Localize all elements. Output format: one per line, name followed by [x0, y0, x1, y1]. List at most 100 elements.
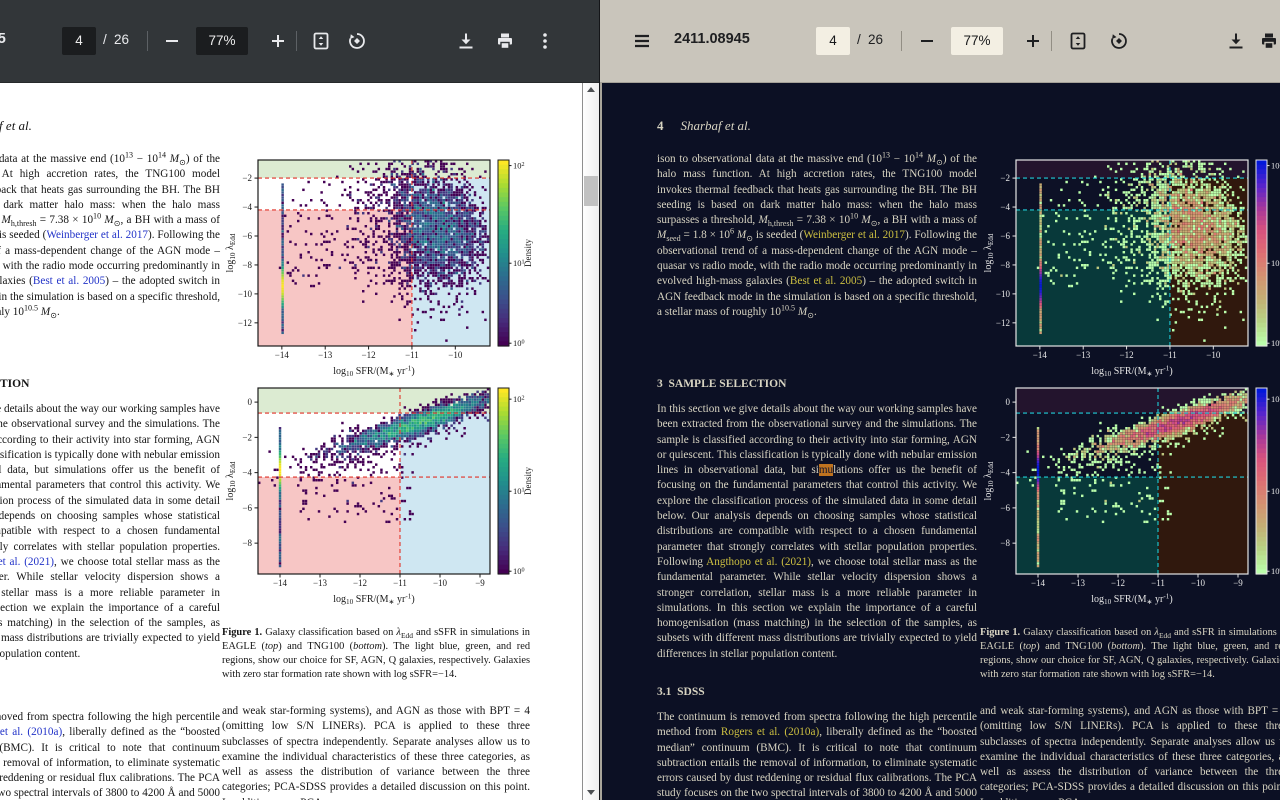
- fit-page-icon[interactable]: [1068, 31, 1088, 51]
- svg-text:100: 100: [513, 338, 525, 348]
- paragraph: ison to observational data at the massiv…: [0, 152, 220, 320]
- pdf-page-area: 4Sharbaf et al. ison to observational da…: [600, 82, 1280, 800]
- rotate-icon[interactable]: [1109, 31, 1129, 51]
- zoom-out-button[interactable]: [162, 31, 182, 51]
- pdf-toolbar: 2411.08945 4 / 26 77%: [0, 0, 599, 83]
- paragraph: In this section we give details about th…: [0, 402, 220, 662]
- paragraph: and weak star-forming systems), and AGN …: [980, 704, 1280, 800]
- figure-eagle-plot: −14−13−12−11−10−2−4−6−8−10−12log10 SFR/(…: [222, 154, 540, 380]
- subsection-heading: 3.1 SDSS: [0, 686, 220, 698]
- svg-text:102: 102: [513, 161, 525, 171]
- print-icon[interactable]: [1259, 31, 1279, 51]
- figure-caption: Figure 1. Galaxy classification based on…: [222, 626, 530, 682]
- citation-link[interactable]: Rogers et al. (2010a): [0, 726, 62, 738]
- zoom-in-button[interactable]: [268, 31, 288, 51]
- vertical-scrollbar[interactable]: [582, 82, 599, 800]
- scroll-up-arrow-icon: [587, 87, 595, 92]
- fit-page-icon[interactable]: [311, 31, 331, 51]
- svg-text:−12: −12: [1120, 350, 1134, 360]
- figure-tng-plot: −14−13−12−11−10−90−2−4−6−8log10 SFR/(M∗ …: [222, 382, 540, 608]
- print-icon[interactable]: [495, 31, 515, 51]
- pdf-toolbar: 2411.08945 4 / 26 77%: [600, 0, 1280, 83]
- zoom-out-button[interactable]: [917, 31, 937, 51]
- svg-text:−6: −6: [242, 231, 252, 241]
- scroll-down-arrow-icon: [587, 790, 595, 795]
- svg-text:−8: −8: [242, 260, 252, 270]
- toolbar-divider: [1051, 31, 1052, 51]
- toolbar-divider: [147, 31, 148, 51]
- scrollbar-thumb[interactable]: [584, 176, 598, 206]
- svg-text:100: 100: [513, 566, 525, 576]
- page-total: 26: [868, 32, 883, 47]
- document-title: 2411.08945: [0, 31, 6, 47]
- find-highlight: mu: [819, 464, 833, 476]
- figure-column: −14−13−12−11−10−2−4−6−8−10−12log10 SFR/(…: [980, 82, 1280, 800]
- svg-text:−6: −6: [242, 503, 252, 513]
- scroll-down-button[interactable]: [583, 784, 599, 800]
- pdf-page: 4Sharbaf et al. ison to observational da…: [0, 82, 582, 800]
- pdf-viewer-window-dark: 2411.08945 4 / 26 77% 4Sharbaf et al.: [600, 0, 1280, 800]
- paragraph: and weak star-forming systems), and AGN …: [222, 704, 530, 800]
- svg-text:−8: −8: [1000, 260, 1010, 270]
- svg-text:−10: −10: [996, 289, 1011, 299]
- citation-link[interactable]: Angthopo et al. (2021): [706, 556, 811, 568]
- citation-link[interactable]: Best et al. 2005: [790, 275, 862, 287]
- toolbar-divider: [901, 31, 902, 51]
- text-column: ison to observational data at the massiv…: [657, 82, 977, 800]
- section-heading: 3 SAMPLE SELECTION: [657, 378, 977, 390]
- figure-tng-plot: −14−13−12−11−10−90−2−4−6−8log10 SFR/(M∗ …: [980, 382, 1280, 608]
- svg-text:−10: −10: [448, 350, 463, 360]
- svg-text:−10: −10: [1206, 350, 1221, 360]
- svg-text:−8: −8: [242, 538, 252, 548]
- download-icon[interactable]: [456, 31, 476, 51]
- svg-text:−13: −13: [318, 350, 333, 360]
- svg-text:−11: −11: [405, 350, 419, 360]
- zoom-level-input[interactable]: 77%: [196, 27, 248, 55]
- page-number-input[interactable]: 4: [816, 27, 850, 55]
- citation-link[interactable]: Weinberger et al. 2017: [46, 229, 148, 241]
- paragraph: In this section we give details about th…: [657, 402, 977, 662]
- svg-text:−11: −11: [1163, 350, 1177, 360]
- pdf-page: 4Sharbaf et al. ison to observational da…: [602, 82, 1280, 800]
- download-icon[interactable]: [1226, 31, 1246, 51]
- svg-text:100: 100: [1271, 338, 1280, 348]
- svg-text:−14: −14: [273, 578, 288, 588]
- zoom-in-button[interactable]: [1023, 31, 1043, 51]
- page-number-input[interactable]: 4: [62, 27, 96, 55]
- more-vert-icon[interactable]: [539, 31, 551, 51]
- svg-text:−6: −6: [1000, 231, 1010, 241]
- citation-link[interactable]: Weinberger et al. 2017: [803, 229, 905, 241]
- toolbar-divider: [296, 31, 297, 51]
- citation-link[interactable]: Angthopo et al. (2021): [0, 556, 54, 568]
- svg-text:Density: Density: [523, 467, 533, 495]
- page-total: 26: [114, 32, 129, 47]
- rotate-icon[interactable]: [347, 31, 367, 51]
- citation-link[interactable]: Rogers et al. (2010a): [721, 726, 819, 738]
- svg-text:102: 102: [513, 394, 525, 404]
- svg-text:−12: −12: [238, 318, 252, 328]
- svg-text:−14: −14: [1033, 350, 1048, 360]
- paragraph: The continuum is removed from spectra fo…: [0, 710, 220, 800]
- svg-text:−2: −2: [1000, 173, 1010, 183]
- svg-text:log10 λEdd: log10 λEdd: [983, 233, 995, 272]
- svg-text:Density: Density: [523, 239, 533, 267]
- svg-text:−13: −13: [313, 578, 328, 588]
- find-highlight: mu: [62, 464, 76, 476]
- svg-text:log10 SFR/(M∗ yr-1): log10 SFR/(M∗ yr-1): [333, 365, 414, 378]
- svg-text:0: 0: [248, 397, 253, 407]
- svg-text:−4: −4: [242, 202, 252, 212]
- scroll-up-button[interactable]: [583, 82, 599, 98]
- svg-text:−12: −12: [996, 318, 1010, 328]
- svg-text:−9: −9: [475, 578, 485, 588]
- document-title: 2411.08945: [674, 31, 750, 47]
- pdf-viewer-window-light: 2411.08945 4 / 26 77% 4Sharba: [0, 0, 599, 800]
- svg-text:−12: −12: [362, 350, 376, 360]
- zoom-level-input[interactable]: 77%: [951, 27, 1003, 55]
- menu-icon[interactable]: [632, 31, 652, 51]
- figure-caption: Figure 1. Galaxy classification based on…: [980, 626, 1280, 682]
- text-column: ison to observational data at the massiv…: [0, 82, 220, 800]
- section-heading: 3 SAMPLE SELECTION: [0, 378, 220, 390]
- paragraph: ison to observational data at the massiv…: [657, 152, 977, 320]
- citation-link[interactable]: Best et al. 2005: [33, 275, 105, 287]
- svg-text:log10 λEdd: log10 λEdd: [225, 233, 237, 272]
